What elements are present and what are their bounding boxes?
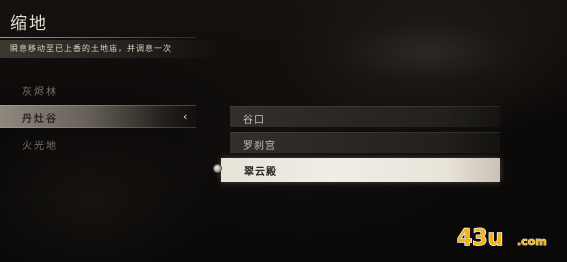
header-divider: [0, 37, 196, 38]
destination-label: 谷口: [243, 115, 265, 126]
chevron-left-icon: ‹: [183, 110, 188, 123]
smoke-effect: [330, 22, 520, 82]
region-item-firelight[interactable]: 火光地: [22, 137, 58, 152]
destination-label: 罗刹宫: [243, 141, 276, 152]
region-item-ash-forest[interactable]: 灰烬林: [22, 83, 58, 98]
region-item-selected[interactable]: 丹灶谷 ‹: [0, 105, 196, 128]
destination-item-selected[interactable]: 翠云殿: [221, 158, 500, 182]
destination-label: 翠云殿: [244, 167, 277, 178]
page-title: 缩地: [10, 14, 48, 34]
watermark-logo-icon: 43u .com: [457, 225, 547, 251]
destination-item[interactable]: 谷口: [230, 106, 500, 127]
selection-cursor-icon: [213, 164, 222, 173]
svg-text:.com: .com: [517, 235, 547, 248]
destination-item[interactable]: 罗刹宫: [230, 132, 500, 153]
page-subtitle: 瞬息移动至已上香的土地庙，并调息一次: [10, 44, 172, 53]
svg-text:43u: 43u: [457, 226, 503, 251]
region-item-label: 丹灶谷: [22, 114, 58, 125]
shrine-travel-screen: 缩地 瞬息移动至已上香的土地庙，并调息一次 灰烬林 丹灶谷 ‹ 火光地 谷口 罗…: [0, 0, 567, 262]
